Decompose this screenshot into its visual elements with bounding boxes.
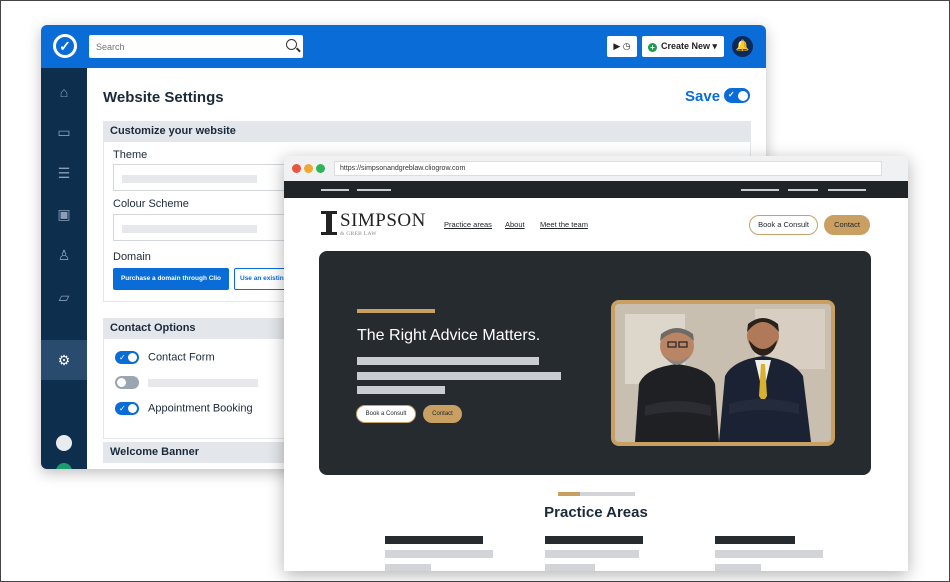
colour-scheme-select[interactable] — [113, 214, 293, 241]
book-consult-button[interactable]: Book a Consult — [749, 215, 818, 235]
theme-label: Theme — [113, 149, 148, 161]
create-new-label: Create New — [661, 41, 711, 51]
hero-text-line — [357, 372, 561, 380]
status-indicator[interactable] — [56, 463, 72, 469]
firm-subtitle: & GREB LAW — [340, 231, 377, 237]
practice-col-2-text — [545, 550, 639, 558]
practice-col-1-text — [385, 550, 493, 558]
hero-banner: The Right Advice Matters. Book a Consult… — [319, 251, 871, 475]
minimize-dot[interactable] — [304, 164, 313, 173]
contact-disabled-option[interactable] — [115, 376, 258, 389]
hero-title: The Right Advice Matters. — [357, 327, 541, 344]
briefcase-icon[interactable]: ▣ — [41, 194, 87, 234]
user-avatar[interactable] — [56, 435, 72, 451]
list-icon[interactable]: ☰ — [41, 153, 87, 193]
save-label: Save — [685, 88, 721, 105]
folder-icon[interactable]: ▱ — [41, 277, 87, 317]
save-button[interactable]: Save ✓ — [685, 88, 751, 105]
theme-select[interactable] — [113, 164, 293, 191]
close-dot[interactable] — [292, 164, 301, 173]
practice-col-3-text — [715, 550, 823, 558]
attorneys-image — [615, 304, 831, 442]
contact-button[interactable]: Contact — [824, 215, 870, 235]
booking-toggle[interactable]: ✓ — [115, 402, 139, 415]
home-icon[interactable]: ⌂ — [41, 72, 87, 112]
bell-icon[interactable]: 🔔 — [732, 36, 753, 57]
top-bar: ✓ ▶ ◷ +Create New ▾ 🔔 — [41, 25, 766, 68]
disabled-toggle[interactable] — [115, 376, 139, 389]
timer-button[interactable]: ▶ ◷ — [607, 36, 637, 57]
browser-window: https://simpsonandgreblaw.cliogrow.com S… — [284, 156, 908, 571]
page-title: Website Settings — [103, 89, 224, 106]
booking-option[interactable]: ✓ Appointment Booking — [115, 402, 253, 415]
hero-accent — [357, 309, 435, 313]
practice-col-3-heading — [715, 536, 795, 544]
calendar-icon[interactable]: ▭ — [41, 112, 87, 152]
sidebar: ⌂ ▭ ☰ ▣ ♙ ▱ ⚙ — [41, 68, 87, 469]
practice-col-2-heading — [545, 536, 643, 544]
purchase-domain-button[interactable]: Purchase a domain through Clio — [113, 268, 229, 290]
search-icon[interactable] — [286, 39, 297, 50]
practice-col-3-text — [715, 564, 761, 571]
practice-col-1-heading — [385, 536, 483, 544]
site-top-strip — [284, 181, 908, 198]
nav-practice-areas[interactable]: Practice areas — [444, 220, 492, 229]
settings-gear-icon[interactable]: ⚙ — [41, 340, 87, 380]
clio-logo-icon[interactable]: ✓ — [53, 34, 77, 58]
contact-form-toggle[interactable]: ✓ — [115, 351, 139, 364]
maximize-dot[interactable] — [316, 164, 325, 173]
section-customize: Customize your website — [103, 121, 751, 142]
practice-areas-title: Practice Areas — [544, 504, 648, 521]
create-new-button[interactable]: + Create New ▾ — [642, 36, 724, 57]
colour-scheme-label: Colour Scheme — [113, 198, 189, 210]
contact-form-label: Contact Form — [148, 351, 215, 364]
nav-meet-team[interactable]: Meet the team — [540, 220, 588, 229]
save-toggle[interactable]: ✓ — [724, 88, 751, 103]
practice-col-1-text — [385, 564, 431, 571]
pillar-icon — [321, 211, 337, 235]
hero-photo — [611, 300, 835, 446]
address-bar[interactable]: https://simpsonandgreblaw.cliogrow.com — [334, 161, 882, 176]
search-input[interactable] — [89, 35, 269, 58]
practice-accent-gray — [580, 492, 635, 496]
search-box[interactable] — [89, 35, 303, 58]
nav-about[interactable]: About — [505, 220, 525, 229]
domain-label: Domain — [113, 251, 151, 263]
practice-col-2-text — [545, 564, 595, 571]
firm-logo[interactable]: SIMPSON & GREB LAW — [321, 210, 426, 237]
hero-book-button[interactable]: Book a Consult — [356, 405, 416, 423]
hero-text-line — [357, 357, 539, 365]
hero-contact-button[interactable]: Contact — [423, 405, 462, 423]
booking-label: Appointment Booking — [148, 402, 253, 415]
plus-icon: + — [648, 43, 657, 52]
site-nav: SIMPSON & GREB LAW Practice areas About … — [284, 198, 908, 250]
contacts-icon[interactable]: ♙ — [41, 235, 87, 275]
firm-name: SIMPSON — [340, 210, 426, 231]
browser-chrome: https://simpsonandgreblaw.cliogrow.com — [284, 156, 908, 181]
hero-text-line — [357, 386, 445, 394]
contact-form-option[interactable]: ✓ Contact Form — [115, 351, 215, 364]
practice-accent-gold — [558, 492, 580, 496]
